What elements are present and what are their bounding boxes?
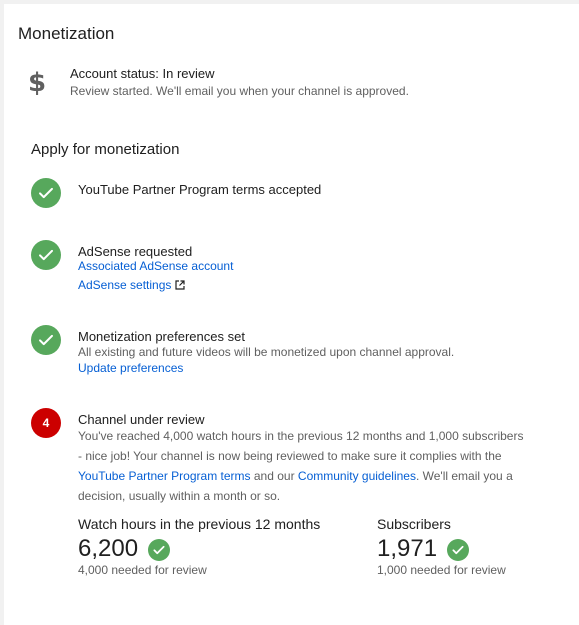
review-text-1: You've reached 4,000 watch hours in the … bbox=[78, 429, 524, 463]
step-review-title: Channel under review bbox=[78, 412, 205, 427]
adsense-settings-link[interactable]: AdSense settings bbox=[78, 278, 186, 293]
step-preferences-title: Monetization preferences set bbox=[78, 329, 245, 344]
external-link-icon bbox=[175, 279, 186, 293]
check-circle-icon bbox=[31, 325, 61, 355]
account-status: Account status: In review bbox=[70, 66, 215, 81]
subscribers-label: Subscribers bbox=[377, 516, 451, 532]
community-guidelines-link[interactable]: Community guidelines bbox=[298, 469, 416, 483]
apply-heading: Apply for monetization bbox=[31, 141, 180, 158]
check-circle-icon bbox=[31, 178, 61, 208]
adsense-settings-label: AdSense settings bbox=[78, 278, 172, 292]
step-review-description: You've reached 4,000 watch hours in the … bbox=[78, 426, 528, 506]
review-text-2: and our bbox=[250, 469, 298, 483]
check-circle-icon bbox=[447, 539, 469, 561]
watch-hours-label: Watch hours in the previous 12 months bbox=[78, 516, 321, 532]
account-status-subtitle: Review started. We'll email you when you… bbox=[70, 84, 409, 98]
step-number-badge: 4 bbox=[31, 408, 61, 438]
check-circle-icon bbox=[148, 539, 170, 561]
check-circle-icon bbox=[31, 240, 61, 270]
step-terms-title: YouTube Partner Program terms accepted bbox=[78, 182, 322, 197]
step-preferences-subtitle: All existing and future videos will be m… bbox=[78, 345, 455, 359]
subscribers-value: 1,971 bbox=[377, 535, 438, 562]
associated-adsense-link[interactable]: Associated AdSense account bbox=[78, 259, 233, 273]
step-adsense-title: AdSense requested bbox=[78, 244, 193, 259]
watch-hours-value: 6,200 bbox=[78, 535, 139, 562]
update-preferences-link[interactable]: Update preferences bbox=[78, 361, 183, 375]
watch-hours-needed: 4,000 needed for review bbox=[78, 563, 207, 577]
subscribers-needed: 1,000 needed for review bbox=[377, 563, 506, 577]
page-title: Monetization bbox=[18, 24, 115, 43]
partner-program-terms-link[interactable]: YouTube Partner Program terms bbox=[78, 469, 251, 483]
monetization-card: Monetization $ Account status: In review… bbox=[4, 4, 579, 625]
dollar-icon: $ bbox=[28, 68, 47, 98]
